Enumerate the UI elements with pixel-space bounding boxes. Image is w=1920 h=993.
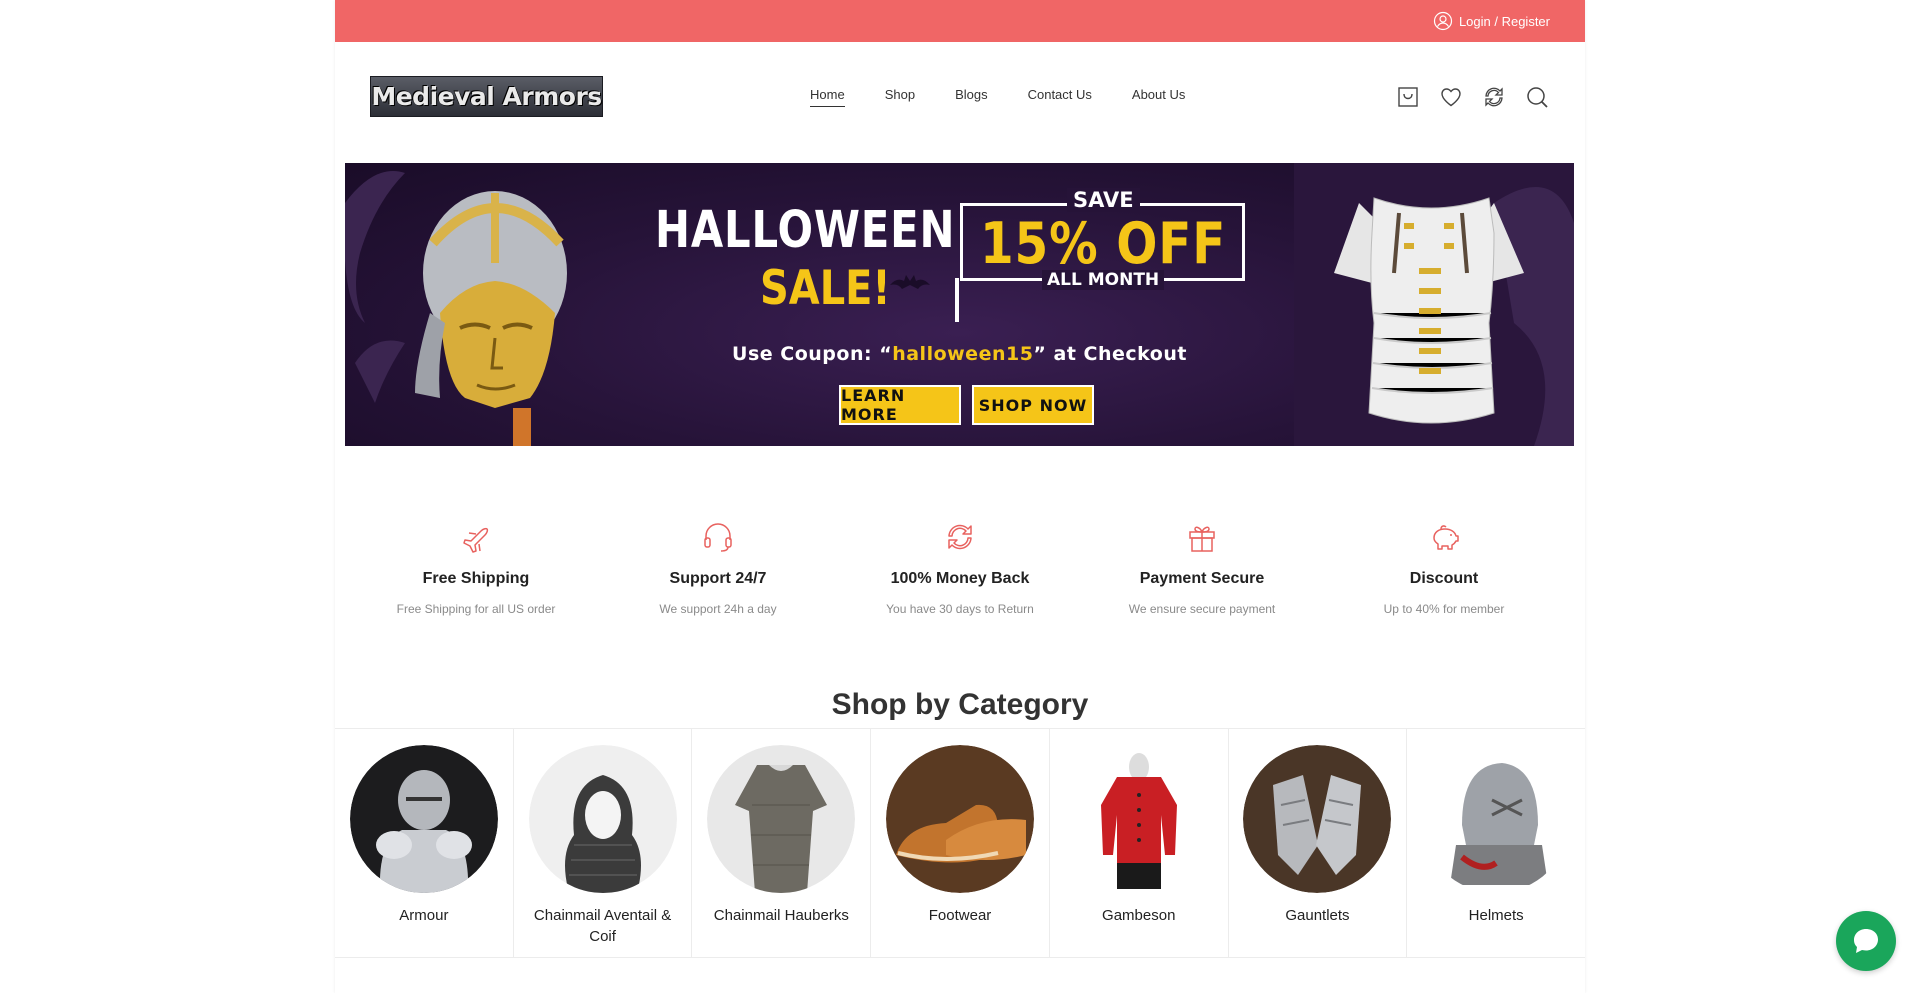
feature-desc: You have 30 days to Return	[886, 602, 1034, 616]
banner-subheadline: SALE!	[760, 261, 891, 316]
coupon-suffix: ” at Checkout	[1033, 343, 1187, 365]
shop-by-category-heading: Shop by Category	[831, 688, 1089, 721]
category-label: Armour	[399, 907, 449, 924]
header-actions	[1396, 42, 1549, 151]
armour-thumbnail	[349, 745, 498, 893]
helmets-thumbnail	[1422, 745, 1571, 893]
coupon-code: halloween15	[892, 343, 1034, 365]
category-footwear[interactable]: Footwear	[871, 729, 1050, 957]
main-nav: Home Shop Blogs Contact Us About Us	[810, 42, 1185, 151]
banner-headline: HALLOWEEN	[655, 201, 956, 260]
top-bar: Login / Register	[335, 0, 1585, 42]
feature-payment-secure: Payment Secure We ensure secure payment	[1102, 520, 1302, 616]
features-row: Free Shipping Free Shipping for all US o…	[335, 520, 1585, 616]
cart-icon[interactable]	[1396, 85, 1420, 109]
chainmail-hauberk-thumbnail	[707, 745, 856, 893]
feature-support: Support 24/7 We support 24h a day	[618, 520, 818, 616]
roman-helmet-image	[345, 171, 567, 446]
compare-refresh-icon[interactable]	[1482, 85, 1506, 109]
login-register-label: Login / Register	[1458, 13, 1550, 29]
feature-title: Free Shipping	[422, 570, 530, 587]
feature-desc: We support 24h a day	[659, 602, 777, 616]
feature-title: Payment Secure	[1139, 570, 1265, 587]
banner-divider	[955, 278, 959, 322]
nav-shop[interactable]: Shop	[885, 87, 915, 106]
banner-save-label: SAVE	[1067, 188, 1140, 212]
search-icon[interactable]	[1525, 85, 1549, 109]
feature-title: Support 24/7	[669, 570, 767, 587]
category-label: Helmets	[1468, 907, 1524, 924]
category-armour[interactable]: Armour	[335, 729, 514, 957]
category-label: Chainmail Hauberks	[713, 907, 849, 924]
page-container: Login / Register Medieval Armors Home Sh…	[335, 0, 1585, 993]
refresh-icon	[948, 524, 972, 550]
coupon-prefix: Use Coupon: “	[732, 343, 893, 365]
nav-contact-us[interactable]: Contact Us	[1028, 87, 1092, 106]
banner-offer: 15% OFF	[980, 211, 1227, 277]
wishlist-heart-icon[interactable]	[1439, 85, 1463, 109]
gift-icon	[1189, 526, 1215, 552]
halloween-sale-banner[interactable]: HALLOWEEN SALE! SAVE 15% OFF ALL MONTH U…	[345, 163, 1574, 446]
feature-discount: Discount Up to 40% for member	[1344, 520, 1544, 616]
category-label: Chainmail Aventail & Coif	[533, 907, 672, 945]
airplane-icon	[463, 527, 489, 553]
chainmail-coif-thumbnail	[528, 745, 677, 893]
feature-desc: Up to 40% for member	[1383, 602, 1505, 616]
chat-bubble-icon	[1854, 929, 1878, 953]
site-header: Medieval Armors Home Shop Blogs Contact …	[335, 42, 1585, 151]
piggy-bank-icon	[1433, 525, 1459, 550]
category-label: Gambeson	[1102, 907, 1176, 924]
nav-home[interactable]: Home	[810, 87, 845, 107]
nav-blogs[interactable]: Blogs	[955, 87, 988, 106]
site-logo[interactable]: Medieval Armors	[370, 76, 603, 117]
bat-icon	[890, 275, 930, 289]
feature-free-shipping: Free Shipping Free Shipping for all US o…	[376, 520, 576, 616]
feature-desc: Free Shipping for all US order	[396, 602, 556, 616]
feature-money-back: 100% Money Back You have 30 days to Retu…	[860, 520, 1060, 616]
category-label: Gauntlets	[1285, 907, 1350, 924]
banner-period: ALL MONTH	[1042, 270, 1165, 290]
user-icon	[1433, 11, 1453, 31]
category-chainmail-hauberks[interactable]: Chainmail Hauberks	[692, 729, 872, 957]
segmented-armor-image	[1294, 163, 1574, 446]
shop-now-button[interactable]: SHOP NOW	[972, 385, 1094, 425]
category-helmets[interactable]: Helmets	[1407, 729, 1585, 957]
category-label: Footwear	[928, 907, 992, 924]
headset-icon	[704, 523, 732, 552]
feature-desc: We ensure secure payment	[1128, 602, 1276, 616]
category-gauntlets[interactable]: Gauntlets	[1229, 729, 1408, 957]
feature-title: Discount	[1409, 570, 1479, 587]
category-list: Armour Chainmail Aventail & Coif Chainma…	[335, 728, 1585, 958]
learn-more-button[interactable]: LEARN MORE	[839, 385, 961, 425]
nav-about-us[interactable]: About Us	[1132, 87, 1185, 106]
category-chainmail-aventail-coif[interactable]: Chainmail Aventail & Coif	[514, 729, 693, 957]
category-gambeson[interactable]: Gambeson	[1050, 729, 1229, 957]
login-register-link[interactable]: Login / Register	[1433, 11, 1550, 31]
feature-title: 100% Money Back	[890, 570, 1030, 587]
chat-widget-button[interactable]	[1836, 911, 1896, 971]
gambeson-thumbnail	[1064, 745, 1213, 893]
footwear-thumbnail	[886, 745, 1035, 893]
gauntlets-thumbnail	[1243, 745, 1392, 893]
